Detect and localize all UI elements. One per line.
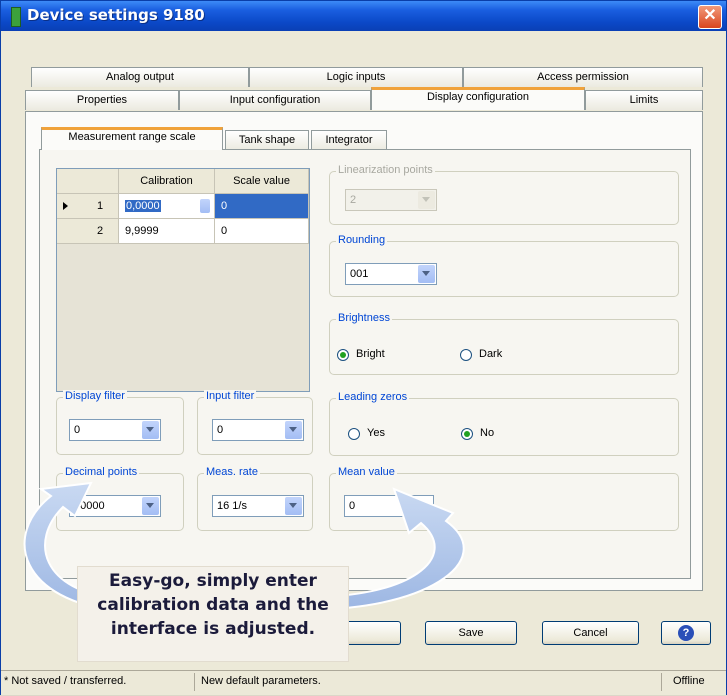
status-saved-state: * Not saved / transferred.	[4, 675, 127, 687]
decimal-points-value: 00000	[74, 500, 105, 512]
callout-line: interface is adjusted.	[110, 619, 316, 639]
status-connection: Offline	[673, 675, 705, 687]
status-message: New default parameters.	[201, 675, 321, 687]
callout-text: Easy-go, simply enter calibration data a…	[78, 569, 348, 641]
input-filter-select[interactable]: 0	[212, 419, 304, 441]
decimal-points-label: Decimal points	[63, 466, 140, 478]
tab-row-front: Properties Input configuration Display c…	[25, 87, 703, 111]
meas-rate-select[interactable]: 16 1/s	[212, 495, 304, 517]
meas-rate-label: Meas. rate	[204, 466, 260, 478]
callout-line: calibration data and the	[97, 595, 329, 615]
subtab-row: Measurement range scale Tank shape Integ…	[39, 127, 399, 150]
current-row-marker-icon	[63, 202, 68, 210]
help-icon: ?	[678, 625, 694, 641]
app-icon	[11, 7, 21, 27]
radio-unchecked-icon	[460, 349, 472, 361]
tab-access-permission[interactable]: Access permission	[463, 67, 703, 87]
tab-analog-output[interactable]: Analog output	[31, 67, 249, 87]
tab-input-configuration[interactable]: Input configuration	[179, 90, 371, 110]
tab-row-back: Analog output Logic inputs Access permis…	[31, 67, 703, 89]
tab-display-configuration[interactable]: Display configuration	[371, 87, 585, 110]
display-filter-select[interactable]: 0	[69, 419, 161, 441]
title-bar[interactable]: Device settings 9180 ✕	[1, 1, 726, 31]
device-settings-window: Device settings 9180 ✕ Analog output Log…	[0, 0, 727, 695]
subtab-tank-shape[interactable]: Tank shape	[225, 130, 309, 150]
row-header-1[interactable]: 1	[57, 194, 119, 219]
rounding-value: 001	[350, 268, 369, 280]
calibration-cell[interactable]: 9,9999	[119, 219, 215, 244]
tab-properties[interactable]: Properties	[25, 90, 179, 110]
column-header-calibration[interactable]: Calibration	[119, 169, 215, 194]
tab-limits[interactable]: Limits	[585, 90, 703, 110]
input-filter-label: Input filter	[204, 390, 257, 402]
radio-checked-icon	[337, 349, 349, 361]
meas-rate-value: 16 1/s	[217, 500, 247, 512]
rounding-label: Rounding	[336, 234, 388, 246]
callout-line: Easy-go, simply enter	[109, 571, 317, 591]
chevron-down-icon	[418, 191, 435, 209]
column-header-scale-value[interactable]: Scale value	[215, 169, 309, 194]
chevron-down-icon[interactable]	[418, 265, 435, 283]
brightness-bright-label: Bright	[356, 348, 385, 360]
save-button[interactable]: Save	[425, 621, 517, 645]
calibration-cell-editing[interactable]: 0,0000	[119, 194, 215, 219]
status-bar: * Not saved / transferred. New default p…	[1, 670, 726, 695]
radio-checked-icon	[461, 428, 473, 440]
leading-zeros-yes-label: Yes	[367, 427, 385, 439]
close-button[interactable]: ✕	[698, 5, 722, 29]
display-filter-value: 0	[74, 424, 81, 436]
brightness-dark-label: Dark	[479, 348, 503, 360]
row-index: 1	[97, 200, 104, 212]
linearization-points-select: 2	[345, 189, 437, 211]
display-filter-label: Display filter	[63, 390, 127, 402]
brightness-label: Brightness	[336, 312, 392, 324]
row-index: 2	[97, 225, 104, 237]
callout-box: Easy-go, simply enter calibration data a…	[77, 566, 349, 662]
chevron-down-icon[interactable]	[285, 497, 302, 515]
leading-zeros-label: Leading zeros	[336, 391, 410, 403]
chevron-down-icon[interactable]	[285, 421, 302, 439]
linearization-points-value: 2	[350, 194, 357, 206]
scale-cell[interactable]: 0	[215, 219, 309, 244]
leading-zeros-no-label: No	[480, 427, 495, 439]
chevron-down-icon[interactable]	[142, 497, 159, 515]
spin-updown-icon[interactable]	[200, 199, 210, 213]
input-filter-value: 0	[217, 424, 224, 436]
mean-value-input[interactable]: 0	[344, 495, 434, 517]
subtab-measurement-range-scale[interactable]: Measurement range scale	[41, 127, 223, 150]
brightness-group: Brightness	[329, 312, 679, 375]
table-corner-header	[57, 169, 119, 194]
calibration-value: 0,0000	[125, 200, 161, 212]
radio-unchecked-icon	[348, 428, 360, 440]
window-title: Device settings 9180	[27, 6, 205, 24]
help-button[interactable]: ?	[661, 621, 711, 645]
mean-value-value: 0	[349, 500, 356, 512]
cancel-button[interactable]: Cancel	[542, 621, 639, 645]
mean-value-label: Mean value	[336, 466, 397, 478]
chevron-down-icon[interactable]	[142, 421, 159, 439]
tab-logic-inputs[interactable]: Logic inputs	[249, 67, 463, 87]
decimal-points-select[interactable]: 00000	[69, 495, 161, 517]
status-separator	[661, 673, 662, 691]
scale-cell-selected[interactable]: 0	[215, 194, 309, 219]
rounding-select[interactable]: 001	[345, 263, 437, 285]
subtab-integrator[interactable]: Integrator	[311, 130, 387, 150]
calibration-table[interactable]: Calibration Scale value 1 0,0000 0 2 9,9…	[56, 168, 310, 392]
row-header-2[interactable]: 2	[57, 219, 119, 244]
linearization-points-label: Linearization points	[336, 164, 435, 176]
status-separator	[194, 673, 195, 691]
